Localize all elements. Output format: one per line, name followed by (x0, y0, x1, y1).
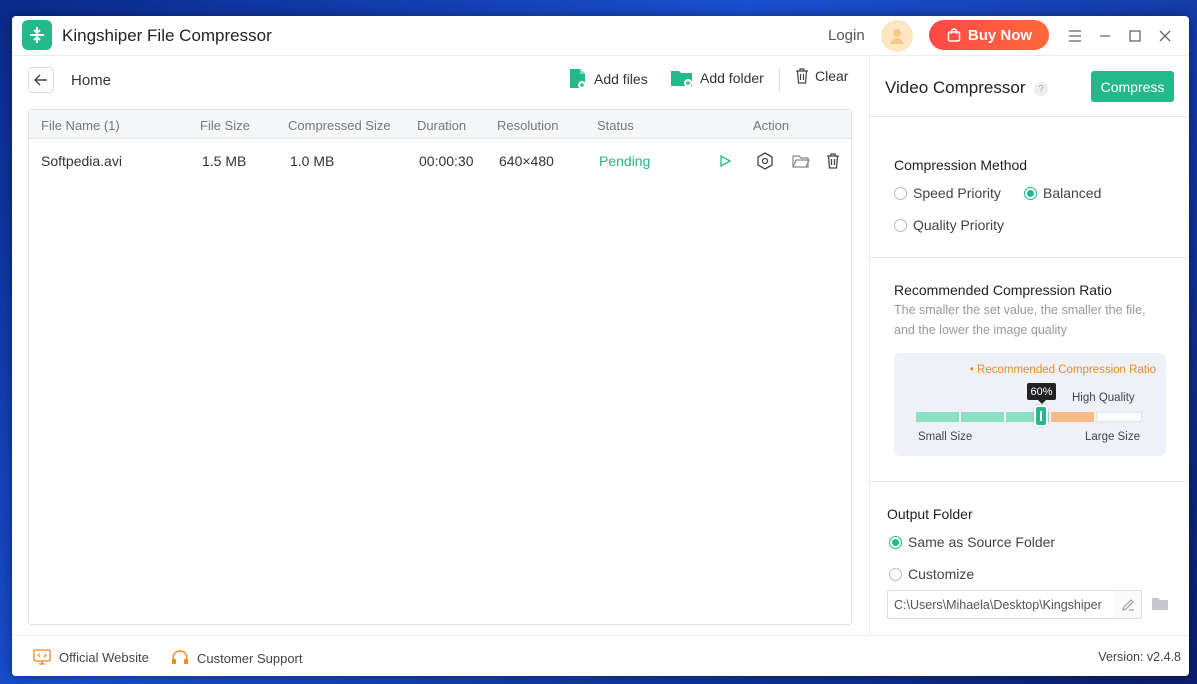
radio-dot (894, 186, 907, 200)
pencil-icon (1121, 598, 1134, 611)
buy-now-label: Buy Now (967, 26, 1033, 44)
browse-folder-icon[interactable] (1151, 597, 1169, 616)
compression-ratio-description: The smaller the set value, the smaller t… (894, 303, 1146, 337)
title-bar: Kingshiper File Compressor Login Buy Now (12, 16, 1189, 56)
col-resolution: Resolution (497, 118, 559, 133)
app-window: Kingshiper File Compressor Login Buy Now… (12, 16, 1189, 676)
high-quality-label: High Quality (1072, 392, 1135, 404)
arrow-left-icon (34, 74, 47, 86)
version-label: Version: v2.4.8 (1098, 650, 1181, 664)
divider (870, 481, 1189, 482)
menu-icon[interactable] (1063, 24, 1087, 48)
slider-track[interactable] (916, 412, 1142, 422)
slider-value-tooltip: 60% (1027, 383, 1056, 404)
col-compressed-size: Compressed Size (288, 118, 391, 133)
radio-label: Same as Source Folder (908, 534, 1056, 550)
add-folder-button[interactable]: Add folder (670, 68, 764, 88)
monitor-icon (33, 649, 51, 665)
play-icon[interactable] (715, 151, 735, 171)
buy-now-button[interactable]: Buy Now (929, 20, 1049, 50)
large-size-label: Large Size (1085, 431, 1140, 443)
customer-support-label: Customer Support (197, 650, 303, 666)
delete-icon[interactable] (823, 151, 843, 171)
back-button[interactable] (28, 67, 54, 93)
output-folder-title: Output Folder (887, 506, 973, 522)
compression-ratio-title: Recommended Compression Ratio (894, 282, 1112, 298)
col-action: Action (753, 118, 790, 133)
cell-compressed-size: 1.0 MB (290, 153, 335, 169)
slider-segment (916, 412, 959, 422)
col-duration: Duration (417, 118, 467, 133)
col-file-name: File Name (1) (41, 118, 120, 133)
close-icon[interactable] (1153, 24, 1177, 48)
radio-dot (889, 535, 902, 549)
table-header: File Name (1) File Size Compressed Size … (29, 110, 851, 139)
headset-icon (172, 650, 188, 664)
output-path-input[interactable]: C:\Users\Mihaela\Desktop\Kingshiper (887, 590, 1115, 619)
edit-path-button[interactable] (1114, 590, 1142, 619)
divider (870, 116, 1189, 117)
settings-icon[interactable] (755, 151, 775, 171)
radio-balanced[interactable]: Balanced (1024, 185, 1101, 201)
add-files-button[interactable]: Add files (568, 68, 648, 90)
settings-panel: Video Compressor ? Compress Compression … (869, 56, 1189, 636)
cell-file-size: 1.5 MB (202, 153, 247, 169)
app-logo-icon (22, 20, 52, 50)
file-table: File Name (1) File Size Compressed Size … (28, 109, 852, 625)
radio-label: Customize (908, 566, 975, 582)
app-title: Kingshiper File Compressor (62, 26, 272, 45)
radio-dot (1024, 186, 1037, 200)
col-file-size: File Size (200, 118, 250, 133)
cell-resolution: 640×480 (499, 153, 554, 169)
add-folder-label: Add folder (700, 70, 764, 86)
open-folder-icon[interactable] (791, 151, 811, 171)
col-status: Status (597, 118, 634, 133)
footer: Official Website Customer Support Versio… (12, 635, 1189, 676)
radio-label: Balanced (1043, 185, 1102, 201)
help-icon[interactable]: ? (1034, 82, 1048, 96)
small-size-label: Small Size (918, 431, 973, 443)
slider-segment (1051, 412, 1094, 422)
cell-duration: 00:00:30 (419, 153, 474, 169)
radio-customize[interactable]: Customize (889, 566, 974, 582)
add-folder-icon (671, 71, 692, 87)
panel-title: Video Compressor (885, 78, 1026, 97)
slider-segment (961, 412, 1004, 422)
official-website-link[interactable]: Official Website (33, 649, 149, 665)
official-website-label: Official Website (59, 649, 149, 665)
trash-icon (796, 68, 808, 84)
toolbar-divider (779, 68, 780, 92)
radio-same-as-source[interactable]: Same as Source Folder (889, 534, 1055, 550)
recommended-ratio-label: • Recommended Compression Ratio (969, 364, 1156, 376)
cell-file-name: Softpedia.avi (41, 153, 122, 169)
radio-dot (889, 567, 902, 581)
shopping-bag-icon (947, 28, 961, 42)
radio-quality-priority[interactable]: Quality Priority (894, 217, 1004, 233)
compression-method-title: Compression Method (894, 157, 1028, 173)
radio-dot (894, 218, 907, 232)
customer-support-link[interactable]: Customer Support (171, 649, 303, 667)
compress-button[interactable]: Compress (1091, 71, 1174, 102)
maximize-icon[interactable] (1123, 24, 1147, 48)
login-link[interactable]: Login (828, 27, 865, 44)
divider (870, 257, 1189, 258)
add-file-icon (570, 69, 586, 89)
slider-segment (1096, 412, 1142, 422)
radio-label: Quality Priority (913, 217, 1005, 233)
status-badge: Pending (599, 153, 651, 169)
radio-label: Speed Priority (913, 185, 1001, 201)
clear-button[interactable]: Clear (795, 68, 848, 84)
slider-thumb[interactable] (1034, 405, 1048, 427)
table-row[interactable]: Softpedia.avi 1.5 MB 1.0 MB 00:00:30 640… (29, 140, 851, 182)
add-files-label: Add files (594, 71, 648, 87)
avatar[interactable] (881, 20, 913, 52)
minimize-icon[interactable] (1093, 24, 1117, 48)
breadcrumb-home: Home (71, 72, 112, 89)
clear-label: Clear (815, 68, 849, 84)
radio-speed-priority[interactable]: Speed Priority (894, 185, 1001, 201)
compression-ratio-slider-box: • Recommended Compression Ratio High Qua… (894, 353, 1166, 456)
